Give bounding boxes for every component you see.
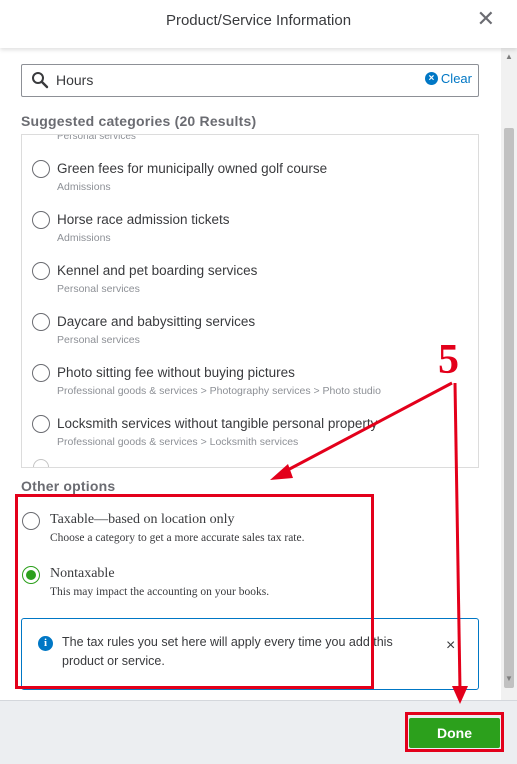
category-item[interactable]: Photo sitting fee without buying picture…	[22, 362, 478, 413]
search-input[interactable]: Hours	[56, 72, 93, 88]
category-radio[interactable]	[32, 160, 50, 178]
category-name: Kennel and pet boarding services	[57, 263, 258, 278]
taxable-radio[interactable]	[22, 512, 40, 530]
clear-label: Clear	[440, 71, 472, 86]
category-item[interactable]: Daycare and babysitting services Persona…	[22, 311, 478, 362]
category-item[interactable]: Locksmith services without tangible pers…	[22, 413, 478, 464]
scroll-down-arrow-icon[interactable]: ▼	[505, 674, 513, 683]
category-radio-partial	[33, 459, 49, 467]
category-path: Personal services	[57, 283, 140, 295]
category-name: Photo sitting fee without buying picture…	[57, 365, 295, 380]
annotation-step-number: 5	[438, 337, 459, 383]
category-name: Locksmith services without tangible pers…	[57, 416, 378, 431]
category-item[interactable]: Kennel and pet boarding services Persona…	[22, 260, 478, 311]
category-radio[interactable]	[32, 262, 50, 280]
scroll-up-arrow-icon[interactable]: ▲	[505, 52, 513, 61]
dismiss-icon[interactable]: ×	[446, 637, 455, 655]
nontaxable-radio[interactable]	[22, 566, 40, 584]
scrollbar-thumb[interactable]	[504, 128, 514, 688]
info-icon: i	[38, 636, 53, 651]
category-radio[interactable]	[32, 364, 50, 382]
suggested-categories-list[interactable]: Personal services Green fees for municip…	[21, 134, 479, 468]
search-field[interactable]: Hours × Clear	[21, 64, 479, 97]
category-name: Horse race admission tickets	[57, 212, 230, 227]
partial-item-sub: Personal services	[57, 134, 136, 142]
dialog-header: Product/Service Information ✕	[0, 0, 517, 48]
info-banner: i The tax rules you set here will apply …	[21, 618, 479, 690]
category-radio[interactable]	[32, 211, 50, 229]
category-item[interactable]: Green fees for municipally owned golf co…	[22, 158, 478, 209]
nontaxable-description: This may impact the accounting on your b…	[50, 586, 270, 598]
suggested-categories-title: Suggested categories (20 Results)	[21, 113, 257, 129]
category-path: Admissions	[57, 181, 111, 193]
category-radio[interactable]	[32, 415, 50, 433]
category-item[interactable]: Horse race admission tickets Admissions	[22, 209, 478, 260]
category-radio[interactable]	[32, 313, 50, 331]
search-icon	[32, 72, 49, 89]
category-path: Personal services	[57, 334, 140, 346]
other-options-title: Other options	[21, 478, 116, 494]
done-button[interactable]: Done	[409, 718, 500, 748]
dialog-body: Hours × Clear Suggested categories (20 R…	[0, 48, 501, 700]
scrollbar[interactable]: ▲ ▼	[501, 48, 517, 700]
dialog-footer: Done	[0, 700, 517, 764]
info-text: The tax rules you set here will apply ev…	[62, 635, 393, 668]
taxable-description: Choose a category to get a more accurate…	[50, 532, 305, 544]
close-icon[interactable]: ✕	[477, 8, 495, 30]
category-path: Professional goods & services > Photogra…	[57, 385, 381, 397]
category-path: Admissions	[57, 232, 111, 244]
clear-button[interactable]: × Clear	[424, 71, 472, 86]
nontaxable-label: Nontaxable	[50, 566, 115, 581]
category-name: Daycare and babysitting services	[57, 314, 256, 329]
dialog-title: Product/Service Information	[165, 12, 352, 29]
category-path: Professional goods & services > Locksmit…	[57, 436, 299, 448]
clear-icon: ×	[424, 72, 438, 85]
category-name: Green fees for municipally owned golf co…	[57, 161, 328, 176]
taxable-label: Taxable—based on location only	[50, 512, 235, 527]
